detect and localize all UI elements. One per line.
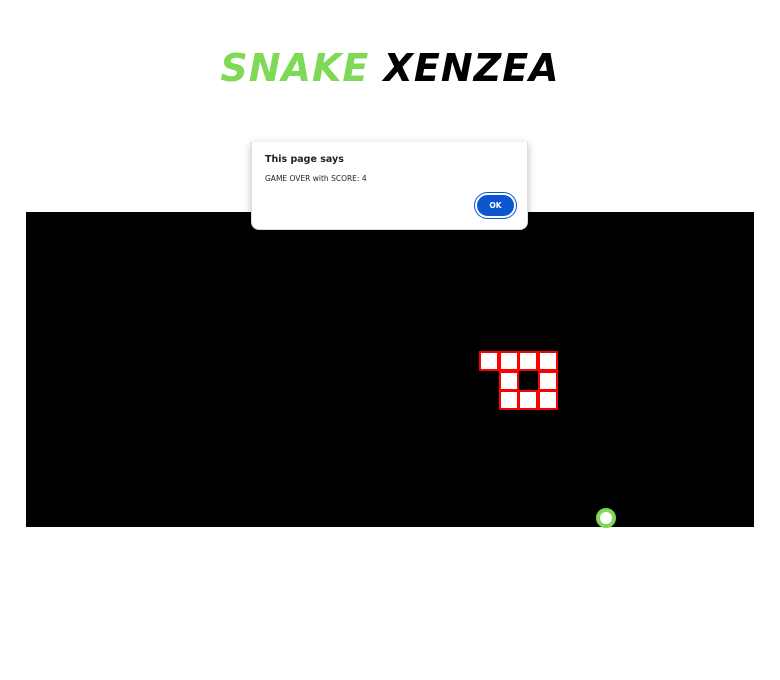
alert-title: This page says	[265, 154, 344, 165]
snake-segment	[537, 390, 558, 410]
snake-segment	[518, 351, 538, 371]
alert-message: GAME OVER with SCORE: 4	[265, 174, 367, 183]
title-word-snake: SNAKE	[220, 46, 370, 90]
game-board[interactable]	[26, 212, 754, 528]
snake-segment	[498, 390, 519, 410]
title-word-xenzea: XENZEA	[383, 46, 560, 90]
game-page: SNAKE XENZEA This page says GAME OVER wi…	[0, 0, 780, 680]
ok-button[interactable]: OK	[474, 192, 517, 219]
food-pellet	[596, 508, 616, 528]
snake-segment	[498, 351, 519, 371]
snake-segment	[518, 390, 538, 410]
snake-segment	[498, 370, 519, 391]
snake-segment	[537, 370, 558, 391]
game-title: SNAKE XENZEA	[0, 44, 780, 92]
snake-segment	[479, 351, 499, 371]
alert-dialog: This page says GAME OVER with SCORE: 4 O…	[251, 142, 528, 230]
snake-segment	[537, 351, 558, 371]
